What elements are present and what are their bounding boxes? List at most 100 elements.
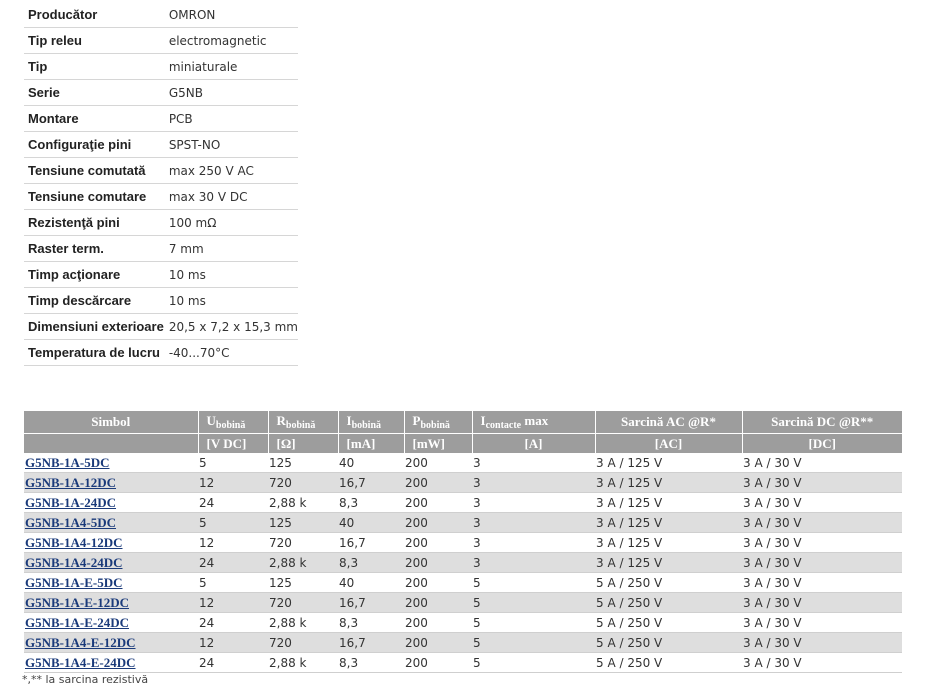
product-ic-cell: 3 — [472, 453, 595, 473]
product-u-cell: 5 — [198, 453, 268, 473]
spec-label: Tip releu — [24, 27, 165, 54]
product-link[interactable]: G5NB-1A-E-5DC — [25, 575, 123, 590]
product-ac-cell: 3 A / 125 V — [595, 512, 742, 533]
product-i-cell: 40 — [338, 572, 404, 593]
product-dc-cell: 3 A / 30 V — [742, 492, 902, 513]
product-ic-cell: 3 — [472, 492, 595, 513]
product-link[interactable]: G5NB-1A-24DC — [25, 495, 116, 510]
product-ac-cell: 3 A / 125 V — [595, 492, 742, 513]
spec-label: Rezistenţă pini — [24, 209, 165, 236]
spec-row: Rezistenţă pini 100 mΩ — [24, 209, 298, 236]
header-r-main: R — [276, 413, 286, 428]
product-i-cell: 8,3 — [338, 492, 404, 513]
header-ac-load: Sarcină AC @R* — [595, 411, 743, 434]
product-dc-cell: 3 A / 30 V — [742, 652, 902, 673]
product-r-cell: 125 — [268, 512, 338, 533]
unit-p: [mW] — [404, 433, 473, 453]
product-i-cell: 16,7 — [338, 532, 404, 553]
spec-value: max 250 V AC — [164, 157, 298, 184]
unit-ac: [AC] — [595, 433, 743, 453]
product-r-cell: 720 — [268, 472, 338, 493]
product-u-cell: 12 — [198, 592, 268, 613]
header-symbol: Simbol — [24, 411, 199, 434]
unit-i: [mA] — [338, 433, 405, 453]
product-row: G5NB-1A-5DC 5 125 40 200 3 3 A / 125 V3 A / 30… — [24, 453, 902, 473]
spec-value: max 30 V DC — [164, 183, 298, 210]
product-link[interactable]: G5NB-1A4-E-24DC — [25, 655, 136, 670]
unit-symbol — [24, 433, 199, 453]
product-link[interactable]: G5NB-1A4-E-12DC — [25, 635, 136, 650]
spec-value: 10 ms — [164, 261, 298, 288]
product-ac-cell: 5 A / 250 V — [595, 652, 742, 673]
spec-row: Tensiune comutată max 250 V AC — [24, 157, 298, 184]
products-header-row: Simbol Ubobină Rbobină Ibobină Pbobină I… — [24, 411, 902, 434]
product-ic-cell: 3 — [472, 532, 595, 553]
spec-row: Montare PCB — [24, 105, 298, 132]
product-i-cell: 8,3 — [338, 612, 404, 633]
product-i-cell: 16,7 — [338, 592, 404, 613]
product-ic-cell: 5 — [472, 572, 595, 593]
product-symbol-cell: G5NB-1A4-E-12DC — [24, 632, 198, 653]
header-r-coil: Rbobină — [268, 411, 339, 434]
header-ic-sub: contacte — [485, 420, 522, 431]
header-u-coil: Ubobină — [198, 411, 269, 434]
product-r-cell: 2,88 k — [268, 552, 338, 573]
product-link[interactable]: G5NB-1A-E-12DC — [25, 595, 129, 610]
product-p-cell: 200 — [404, 652, 472, 673]
spec-value: 10 ms — [164, 287, 298, 314]
product-u-cell: 12 — [198, 632, 268, 653]
product-r-cell: 720 — [268, 592, 338, 613]
product-r-cell: 2,88 k — [268, 652, 338, 673]
product-ic-cell: 5 — [472, 592, 595, 613]
product-ac-cell: 5 A / 250 V — [595, 592, 742, 613]
product-i-cell: 40 — [338, 453, 404, 473]
product-p-cell: 200 — [404, 453, 472, 473]
header-p-coil: Pbobină — [404, 411, 473, 434]
products-table: Simbol Ubobină Rbobină Ibobină Pbobină I… — [24, 411, 902, 673]
header-u-main: U — [206, 413, 216, 428]
product-ac-cell: 5 A / 250 V — [595, 632, 742, 653]
product-ic-cell: 5 — [472, 632, 595, 653]
product-link[interactable]: G5NB-1A-E-24DC — [25, 615, 129, 630]
spec-label: Tensiune comutată — [24, 157, 165, 184]
product-dc-cell: 3 A / 30 V — [742, 532, 902, 553]
spec-label: Serie — [24, 79, 165, 106]
spec-value: OMRON — [164, 2, 298, 28]
product-dc-cell: 3 A / 30 V — [742, 472, 902, 493]
spec-row: Tensiune comutare max 30 V DC — [24, 183, 298, 210]
product-u-cell: 24 — [198, 552, 268, 573]
header-i-coil: Ibobină — [338, 411, 405, 434]
product-ic-cell: 3 — [472, 472, 595, 493]
product-symbol-cell: G5NB-1A-24DC — [24, 492, 198, 513]
product-link[interactable]: G5NB-1A-5DC — [25, 455, 110, 470]
product-u-cell: 12 — [198, 532, 268, 553]
product-symbol-cell: G5NB-1A-E-12DC — [24, 592, 198, 613]
product-row: G5NB-1A4-E-24DC 24 2,88 k 8,3 200 5 5 A / 250 … — [24, 652, 902, 673]
spec-value: miniaturale — [164, 53, 298, 80]
header-dc-load: Sarcină DC @R** — [742, 411, 902, 434]
spec-row: Raster term. 7 mm — [24, 235, 298, 262]
product-row: G5NB-1A-E-24DC 24 2,88 k 8,3 200 5 5 A / 250 V… — [24, 612, 902, 633]
product-u-cell: 5 — [198, 572, 268, 593]
spec-label: Temperatura de lucru — [24, 339, 165, 366]
spec-row: Temperatura de lucru -40...70°C — [24, 339, 298, 366]
product-p-cell: 200 — [404, 492, 472, 513]
spec-value: PCB — [164, 105, 298, 132]
product-ic-cell: 3 — [472, 512, 595, 533]
product-ac-cell: 5 A / 250 V — [595, 572, 742, 593]
product-u-cell: 12 — [198, 472, 268, 493]
header-p-sub: bobină — [420, 420, 450, 431]
product-ic-cell: 3 — [472, 552, 595, 573]
spec-label: Montare — [24, 105, 165, 132]
product-link[interactable]: G5NB-1A4-24DC — [25, 555, 123, 570]
product-ac-cell: 3 A / 125 V — [595, 552, 742, 573]
product-link[interactable]: G5NB-1A4-5DC — [25, 515, 116, 530]
product-row: G5NB-1A4-E-12DC 12 720 16,7 200 5 5 A / 250 V3… — [24, 632, 902, 653]
product-symbol-cell: G5NB-1A-E-24DC — [24, 612, 198, 633]
spec-label: Dimensiuni exterioare — [24, 313, 165, 340]
product-link[interactable]: G5NB-1A4-12DC — [25, 535, 123, 550]
unit-ic: [A] — [472, 433, 596, 453]
product-row: G5NB-1A-24DC 24 2,88 k 8,3 200 3 3 A / 125 V3 … — [24, 492, 902, 513]
product-link[interactable]: G5NB-1A-12DC — [25, 475, 116, 490]
header-r-sub: bobină — [285, 420, 316, 431]
